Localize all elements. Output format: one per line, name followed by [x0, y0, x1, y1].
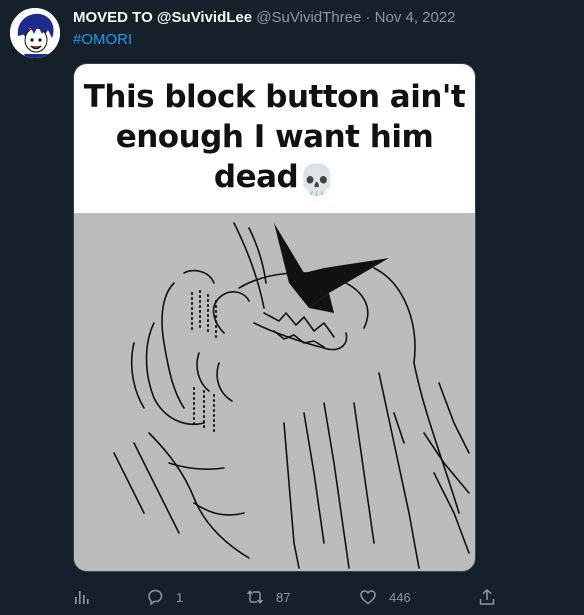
- tweet-header: MOVED TO @SuVividLee @SuVividThree · Nov…: [73, 9, 456, 27]
- like-button[interactable]: 446: [359, 586, 411, 608]
- tweet[interactable]: MOVED TO @SuVividLee @SuVividThree · Nov…: [0, 0, 584, 615]
- retweet-icon: [246, 590, 264, 604]
- user-handle[interactable]: @SuVividThree: [256, 9, 361, 26]
- display-name[interactable]: MOVED TO @SuVividLee: [73, 9, 252, 26]
- reply-icon: [148, 589, 163, 606]
- bar-chart-icon: [75, 591, 89, 604]
- tweet-media[interactable]: This block button ain't enough I want hi…: [73, 63, 476, 572]
- shark-sketch-image: [74, 213, 475, 571]
- reply-count: 1: [176, 589, 184, 605]
- share-button[interactable]: [478, 586, 496, 608]
- avatar[interactable]: [10, 8, 60, 58]
- retweet-count: 87: [276, 589, 291, 605]
- like-count: 446: [389, 589, 411, 605]
- caption-line-2: enough I want him: [115, 119, 434, 155]
- meme-caption: This block button ain't enough I want hi…: [82, 77, 467, 201]
- heart-icon: [360, 590, 376, 605]
- tweet-actions: 1 87 446: [73, 586, 503, 608]
- hashtag-link[interactable]: #OMORI: [73, 31, 132, 49]
- share-icon: [479, 589, 495, 605]
- tweet-date[interactable]: Nov 4, 2022: [375, 9, 456, 26]
- caption-line-3: dead: [213, 159, 299, 195]
- skull-emoji: 💀: [298, 163, 336, 198]
- meme-drawing: [74, 213, 475, 571]
- view-analytics-button[interactable]: [73, 586, 91, 608]
- reply-button[interactable]: 1: [146, 586, 183, 608]
- retweet-button[interactable]: 87: [246, 586, 290, 608]
- meme-caption-panel: This block button ain't enough I want hi…: [74, 64, 475, 213]
- caption-line-1: This block button ain't: [83, 79, 466, 115]
- separator: ·: [365, 9, 371, 26]
- avatar-image: [10, 8, 60, 58]
